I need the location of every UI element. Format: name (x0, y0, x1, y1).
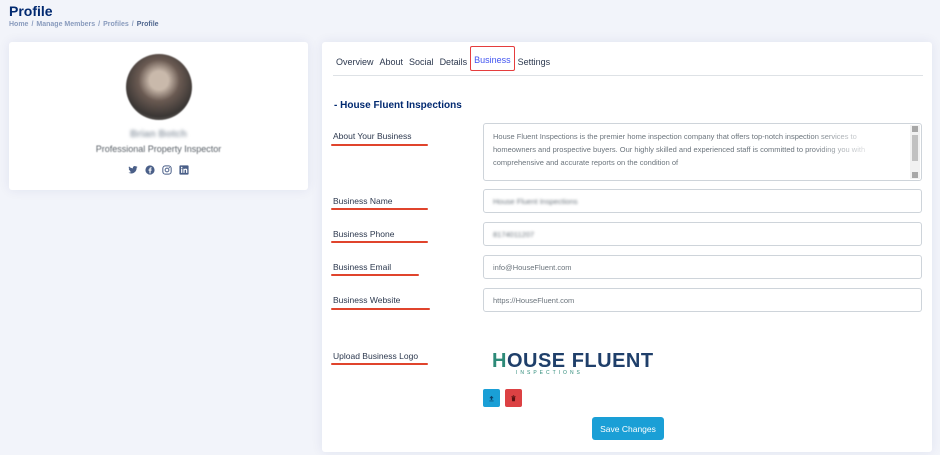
breadcrumb-separator: / (31, 21, 34, 28)
business-phone-input[interactable]: 8174011207 (483, 222, 922, 246)
annotation-underline (331, 241, 428, 243)
breadcrumb-manage-members[interactable]: Manage Members (36, 21, 95, 28)
tab-about[interactable]: About (377, 52, 407, 75)
scroll-thumb[interactable] (912, 135, 918, 161)
annotation-underline (331, 208, 428, 210)
business-name-label: Business Name (333, 196, 393, 206)
trash-icon (511, 394, 516, 401)
business-email-input[interactable]: info@HouseFluent.com (483, 255, 922, 279)
upload-logo-label: Upload Business Logo (333, 351, 419, 361)
social-links (9, 165, 308, 175)
twitter-icon[interactable] (128, 165, 138, 175)
about-business-label: About Your Business (333, 131, 412, 141)
text-blur-overlay (811, 124, 911, 180)
instagram-icon[interactable] (162, 165, 172, 175)
business-website-value: https://HouseFluent.com (493, 296, 575, 305)
breadcrumb-profile: Profile (136, 21, 159, 28)
business-website-label: Business Website (333, 295, 401, 305)
linkedin-icon[interactable] (179, 165, 189, 175)
tab-settings[interactable]: Settings (515, 52, 554, 75)
delete-logo-button[interactable] (505, 389, 522, 407)
breadcrumb-profiles[interactable]: Profiles (103, 21, 129, 28)
breadcrumb-separator: / (131, 21, 134, 28)
breadcrumb-separator: / (98, 21, 101, 28)
annotation-underline (331, 144, 428, 146)
tab-business[interactable]: Business (470, 46, 515, 71)
upload-logo-button[interactable] (483, 389, 500, 407)
upload-icon (489, 395, 494, 401)
tab-details[interactable]: Details (437, 52, 471, 75)
business-email-label: Business Email (333, 262, 392, 272)
page-title: Profile (9, 3, 53, 19)
breadcrumb: Home / Manage Members / Profiles / Profi… (9, 21, 159, 28)
profile-role: Professional Property Inspector (95, 144, 222, 154)
textarea-scrollbar[interactable] (910, 125, 920, 179)
scroll-up-arrow[interactable] (912, 126, 918, 132)
facebook-icon[interactable] (145, 165, 155, 175)
annotation-underline (331, 363, 428, 365)
tab-overview[interactable]: Overview (333, 52, 377, 75)
profile-tabs: Overview About Social Details Business S… (333, 46, 923, 76)
business-name-input[interactable]: House Fluent Inspections (483, 189, 922, 213)
avatar (126, 54, 192, 120)
logo-initial: H (492, 350, 507, 372)
business-logo-image: HOUSE FLUENT INSPECTIONS (492, 350, 654, 376)
business-website-input[interactable]: https://HouseFluent.com (483, 288, 922, 312)
tab-social[interactable]: Social (406, 52, 437, 75)
business-email-value: info@HouseFluent.com (493, 263, 572, 272)
annotation-underline (331, 274, 419, 276)
about-business-textarea[interactable]: House Fluent Inspections is the premier … (483, 123, 922, 181)
profile-card: Brian Botch Professional Property Inspec… (9, 42, 308, 190)
section-title: - House Fluent Inspections (334, 100, 462, 111)
save-changes-button[interactable]: Save Changes (592, 417, 664, 440)
annotation-underline (331, 308, 430, 310)
business-phone-label: Business Phone (333, 229, 395, 239)
business-card: Overview About Social Details Business S… (322, 42, 932, 452)
scroll-down-arrow[interactable] (912, 172, 918, 178)
breadcrumb-home[interactable]: Home (9, 21, 28, 28)
business-phone-value: 8174011207 (493, 230, 535, 239)
profile-name: Brian Botch (130, 129, 187, 140)
business-name-value: House Fluent Inspections (493, 197, 578, 206)
